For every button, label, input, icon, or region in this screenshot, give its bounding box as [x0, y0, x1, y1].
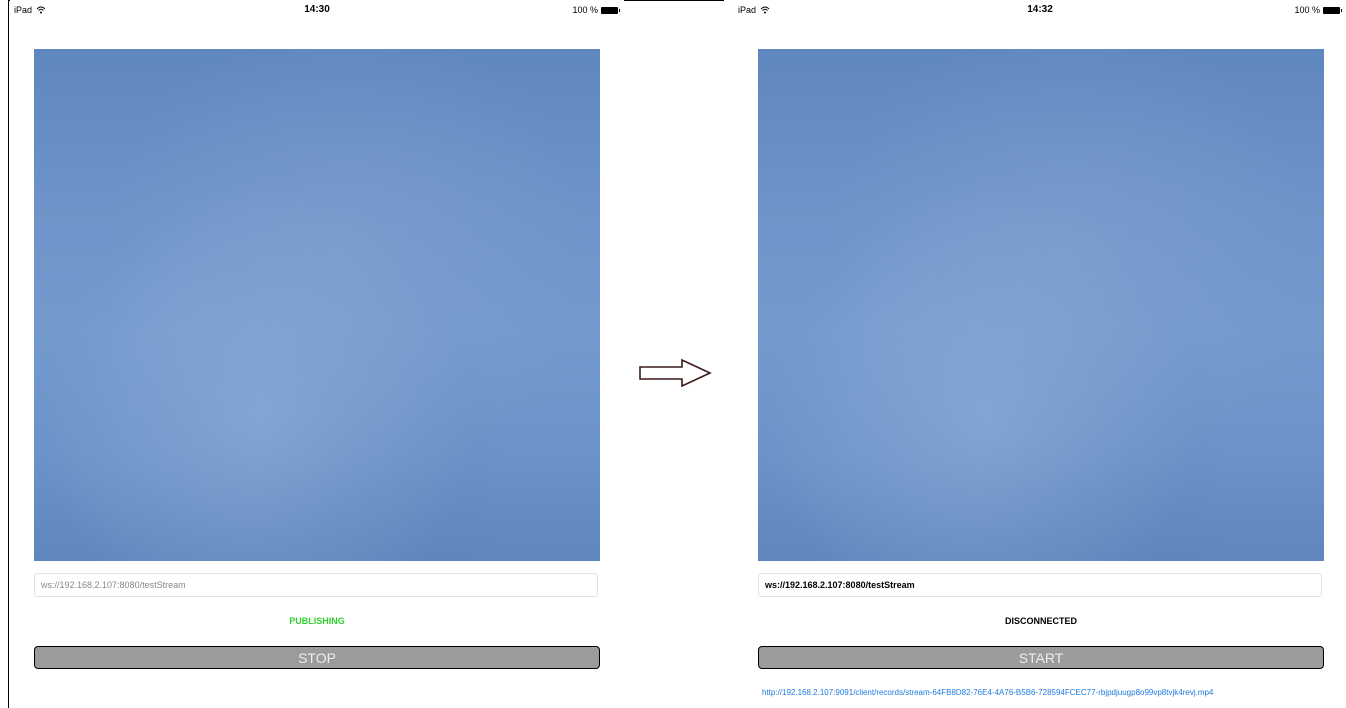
status-bar-right: 100 % — [1294, 5, 1342, 15]
record-link[interactable]: http://192.168.2.107:9091/client/records… — [762, 688, 1322, 697]
battery-icon — [1323, 6, 1342, 14]
status-bar: iPad 14:32 100 % — [734, 0, 1346, 20]
screen-left: iPad 14:30 100 % ws://192.168.2.107:8080… — [10, 0, 624, 708]
arrow-right-icon — [639, 358, 712, 388]
stream-url-input[interactable]: ws://192.168.2.107:8080/testStream — [34, 573, 598, 597]
stream-url-input[interactable]: ws://192.168.2.107:8080/testStream — [758, 573, 1322, 597]
connection-status: PUBLISHING — [289, 616, 345, 626]
battery-percent: 100 % — [1294, 5, 1320, 15]
battery-icon — [601, 6, 620, 14]
frame-border — [8, 0, 9, 708]
status-bar-right: 100 % — [572, 5, 620, 15]
video-preview — [34, 49, 600, 561]
status-bar: iPad 14:30 100 % — [10, 0, 624, 20]
battery-percent: 100 % — [572, 5, 598, 15]
screen-right: iPad 14:32 100 % ws://192.168.2.107:8080… — [734, 0, 1346, 708]
start-button[interactable]: START — [758, 646, 1324, 669]
video-preview — [758, 49, 1324, 561]
connection-status: DISCONNECTED — [1004, 616, 1077, 626]
clock: 14:32 — [1027, 4, 1053, 15]
stop-button[interactable]: STOP — [34, 646, 600, 669]
clock: 14:30 — [304, 4, 330, 15]
